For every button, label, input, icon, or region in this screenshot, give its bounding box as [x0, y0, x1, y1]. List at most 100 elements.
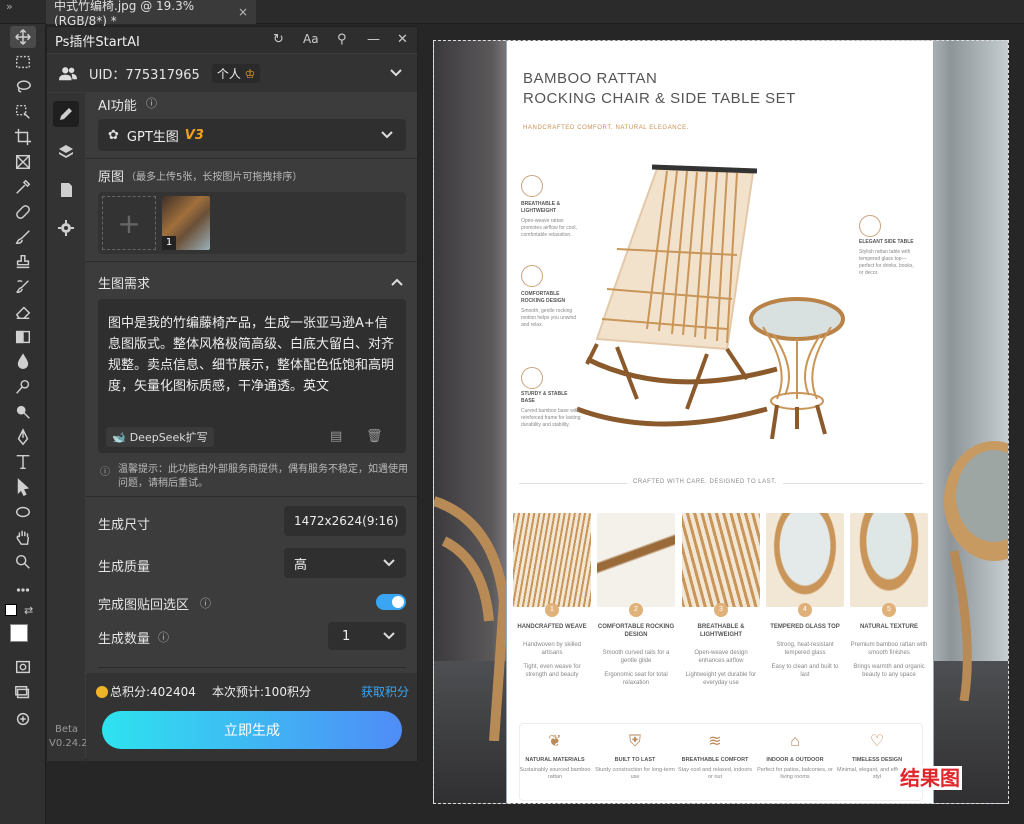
prompt-section: 生图需求 图中是我的竹编藤椅产品，生成一张亚马逊A+信息图版式。整体风格极简高级…: [86, 263, 417, 497]
badge-built-to-last: ⛨ BUILT TO LAST Sturdy construction for …: [595, 733, 675, 780]
nav-edit-icon[interactable]: [53, 101, 79, 127]
info-icon[interactable]: ⓘ: [200, 595, 211, 611]
tab-close-icon[interactable]: ×: [238, 5, 248, 19]
marquee-tool-icon[interactable]: [10, 51, 36, 73]
background-chair-left: [434, 496, 510, 741]
ai-function-section: AI功能 ⓘ ✿ GPT生图 V3: [86, 93, 417, 159]
quality-select[interactable]: 高: [284, 548, 406, 578]
add-image-button[interactable]: +: [102, 196, 156, 250]
swap-colors-icon[interactable]: ⇄: [24, 604, 33, 617]
feature-4: 4 TEMPERED GLASS TOP Strong, heat-resist…: [766, 603, 844, 679]
background-table-right: [944, 441, 1008, 701]
generation-settings: 生成尺寸 1472x2624(9:16) 生成质量 高 完成图贴回选区 ⓘ 生成…: [86, 498, 417, 683]
font-icon[interactable]: Aa: [303, 32, 319, 46]
foreground-color-swatch[interactable]: [10, 624, 28, 642]
users-icon: [59, 67, 77, 81]
gradient-tool-icon[interactable]: [10, 326, 36, 348]
quick-mask-icon[interactable]: [10, 656, 36, 678]
object-select-tool-icon[interactable]: [10, 101, 36, 123]
detail-photo-backrest: [682, 513, 760, 607]
feature-5: 5 NATURAL TEXTURE Premium bamboo rattan …: [850, 603, 928, 679]
nav-layers-icon[interactable]: [53, 139, 79, 165]
stamp-tool-icon[interactable]: [10, 251, 36, 273]
account-row[interactable]: UID：775317965 个人 ♔: [47, 54, 417, 92]
prompt-label: 生图需求: [98, 277, 151, 292]
estimate-points: 本次预计:100积分: [212, 685, 311, 699]
count-select[interactable]: 1: [328, 622, 406, 650]
crown-icon: ♔: [244, 66, 256, 81]
chevron-up-icon[interactable]: [390, 275, 404, 289]
hand-tool-icon[interactable]: [10, 526, 36, 548]
collapse-toolbar-icon[interactable]: »: [6, 0, 13, 13]
detail-photo-glass: [766, 513, 844, 607]
panel-title-bar: Ps插件StartAI: [47, 27, 417, 53]
service-notice: 温馨提示：此功能由外部服务商提供，偶有服务不稳定，如遇使用问题，请稍后重试。: [118, 464, 408, 489]
scroll-cutoff-row: [98, 658, 406, 668]
chevron-down-icon: [383, 632, 395, 640]
move-tool-icon[interactable]: [10, 26, 36, 48]
plugin-side-nav: Beta V0.24.2: [47, 93, 88, 761]
callout-side-table: ELEGANT SIDE TABLE Stylish rattan table …: [859, 239, 914, 276]
get-points-link[interactable]: 获取积分: [361, 683, 409, 700]
default-colors-icon[interactable]: [5, 604, 17, 616]
notice-info-icon: ⓘ: [100, 467, 110, 478]
pen-tool-icon[interactable]: [10, 426, 36, 448]
wind-icon: ≋: [708, 733, 722, 750]
divider-text: CRAFTED WITH CARE. DESIGNED TO LAST.: [627, 479, 783, 485]
detail-photo-texture: [850, 513, 928, 607]
nav-settings-icon[interactable]: [53, 215, 79, 241]
breathable-icon: [521, 175, 543, 197]
trash-icon[interactable]: 🗑: [366, 429, 383, 444]
side-table-icon: [859, 215, 881, 237]
stable-base-icon: [521, 367, 543, 389]
startai-plugin-icon[interactable]: [10, 708, 36, 730]
ai-function-label: AI功能: [98, 99, 137, 114]
type-tool-icon[interactable]: [10, 451, 36, 473]
deepseek-expand-button[interactable]: 🐋 DeepSeek扩写: [106, 427, 214, 447]
document-tab[interactable]: 中式竹编椅.jpg @ 19.3%(RGB/8*) * ×: [46, 0, 256, 28]
screen-mode-icon[interactable]: [10, 682, 36, 704]
prompt-textarea[interactable]: 图中是我的竹编藤椅产品，生成一张亚马逊A+信息图版式。整体风格极简高级、白底大留…: [98, 299, 406, 453]
generate-button[interactable]: 立即生成: [102, 711, 402, 749]
close-icon[interactable]: ✕: [397, 32, 408, 47]
frame-tool-icon[interactable]: [10, 151, 36, 173]
badge-indoor-outdoor: ⌂ INDOOR & OUTDOOR Perfect for patios, b…: [755, 731, 835, 781]
leaf-icon: ❦: [548, 733, 562, 750]
nav-document-icon[interactable]: [53, 177, 79, 203]
home-icon: ⌂: [790, 733, 800, 750]
heart-icon: ♡: [869, 733, 885, 750]
infographic-tagline: HANDCRAFTED COMFORT. NATURAL ELEGANCE.: [523, 125, 690, 131]
ellipse-tool-icon[interactable]: [10, 501, 36, 523]
info-icon[interactable]: ⓘ: [158, 629, 169, 645]
refresh-icon[interactable]: ↻: [273, 32, 284, 47]
zoom-tool-icon[interactable]: [10, 551, 36, 573]
eyedropper-tool-icon[interactable]: [10, 176, 36, 198]
uploaded-image-thumbnail[interactable]: 1: [162, 196, 210, 250]
source-hint: （最多上传5张，长按图片可拖拽排序）: [126, 172, 303, 183]
brush-tool-icon[interactable]: [10, 226, 36, 248]
path-select-tool-icon[interactable]: [10, 476, 36, 498]
chevron-down-icon[interactable]: [389, 66, 403, 80]
panel-title: Ps插件StartAI: [55, 34, 140, 50]
pin-icon[interactable]: ⚲: [337, 32, 347, 47]
rocking-icon: [521, 265, 543, 287]
deepseek-icon: 🐋: [112, 430, 126, 444]
blur-tool-icon[interactable]: [10, 351, 36, 373]
paste-back-toggle[interactable]: [376, 594, 406, 610]
document-canvas[interactable]: BAMBOO RATTAN ROCKING CHAIR & SIDE TABLE…: [433, 40, 1009, 804]
ai-function-select[interactable]: ✿ GPT生图 V3: [98, 119, 406, 151]
info-icon[interactable]: ⓘ: [146, 95, 157, 111]
more-tools-icon[interactable]: [10, 579, 36, 601]
crop-tool-icon[interactable]: [10, 126, 36, 148]
dodge-tool-icon[interactable]: [10, 376, 36, 398]
size-select[interactable]: 1472x2624(9:16): [284, 506, 406, 536]
history-icon[interactable]: ▤: [330, 429, 342, 444]
minimize-icon[interactable]: —: [367, 32, 380, 47]
source-label: 原图: [98, 170, 125, 185]
eraser-tool-icon[interactable]: [10, 301, 36, 323]
burn-tool-icon[interactable]: [10, 401, 36, 423]
lasso-tool-icon[interactable]: [10, 76, 36, 98]
count-label: 生成数量: [98, 632, 151, 647]
history-brush-tool-icon[interactable]: [10, 276, 36, 298]
healing-brush-tool-icon[interactable]: [10, 201, 36, 223]
